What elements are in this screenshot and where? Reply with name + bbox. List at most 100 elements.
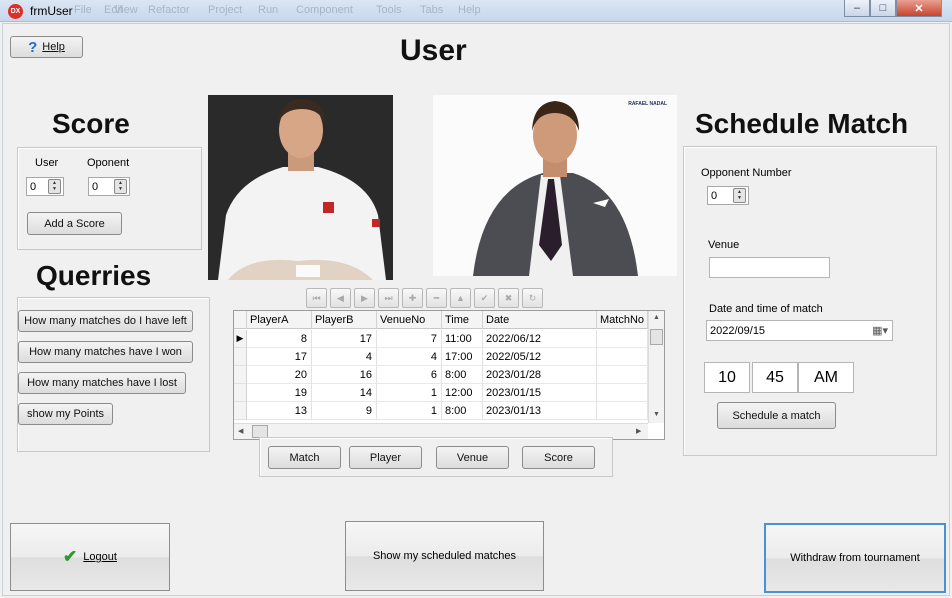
grid-header-venueno[interactable]: VenueNo [377, 311, 442, 329]
row-indicator-icon: ▶ [234, 330, 247, 348]
match-table-button[interactable]: Match [268, 446, 341, 469]
table-cell[interactable]: 2023/01/28 [483, 366, 597, 384]
matches-won-button[interactable]: How many matches have I won [18, 341, 193, 363]
table-cell[interactable]: 6 [377, 366, 442, 384]
table-cell[interactable]: 17 [312, 330, 377, 348]
minimize-button[interactable]: – [844, 0, 870, 17]
table-cell[interactable]: 17 [247, 348, 312, 366]
prior-record-icon[interactable]: ◀ [330, 288, 351, 308]
table-cell[interactable]: 17:00 [442, 348, 483, 366]
first-record-icon[interactable]: ⏮ [306, 288, 327, 308]
grid-header-playera[interactable]: PlayerA [247, 311, 312, 329]
scroll-up-icon[interactable]: ▲ [653, 314, 660, 321]
row-indicator [234, 366, 247, 384]
help-button[interactable]: ? Help [10, 36, 83, 58]
ampm-field[interactable]: AM [798, 362, 854, 393]
grid-header-playerb[interactable]: PlayerB [312, 311, 377, 329]
delete-record-icon[interactable]: ━ [426, 288, 447, 308]
score-table-button[interactable]: Score [522, 446, 595, 469]
table-cell[interactable]: 11:00 [442, 330, 483, 348]
show-points-button[interactable]: show my Points [18, 403, 113, 425]
table-cell[interactable]: 8 [247, 330, 312, 348]
table-cell[interactable] [597, 330, 648, 348]
title-bar[interactable]: DX frmUser File Edit View Refactor Proje… [0, 0, 952, 22]
table-cell[interactable]: 4 [312, 348, 377, 366]
venue-input[interactable] [709, 257, 830, 278]
last-record-icon[interactable]: ⏭ [378, 288, 399, 308]
minute-field[interactable]: 45 [752, 362, 798, 393]
table-cell[interactable]: 7 [377, 330, 442, 348]
edit-record-icon[interactable]: ▲ [450, 288, 471, 308]
venue-table-button[interactable]: Venue [436, 446, 509, 469]
spinner-arrows-icon[interactable]: ▲ ▼ [48, 179, 61, 194]
scroll-thumb[interactable] [650, 329, 663, 345]
table-cell[interactable]: 12:00 [442, 384, 483, 402]
logout-label: Logout [83, 551, 117, 563]
scroll-right-icon[interactable]: ▶ [636, 427, 641, 435]
match-date-picker[interactable]: 2022/09/15 ▦▾ [706, 320, 893, 341]
table-cell[interactable]: 8:00 [442, 366, 483, 384]
table-cell[interactable] [597, 384, 648, 402]
bg-menu-component: Component [296, 4, 353, 16]
cancel-edit-icon[interactable]: ✖ [498, 288, 519, 308]
close-button[interactable]: ✕ [896, 0, 942, 17]
schedule-match-button[interactable]: Schedule a match [717, 402, 836, 429]
next-record-icon[interactable]: ▶ [354, 288, 375, 308]
grid-header-date[interactable]: Date [483, 311, 597, 329]
user-score-value: 0 [30, 180, 37, 193]
player-photo-federer [208, 95, 393, 280]
opponent-number-spinner[interactable]: 0 ▲ ▼ [707, 186, 749, 205]
matches-lost-button[interactable]: How many matches have I lost [18, 372, 186, 394]
table-cell[interactable]: 2023/01/13 [483, 402, 597, 420]
player-table-button[interactable]: Player [349, 446, 422, 469]
bg-menu-help: Help [458, 4, 481, 16]
grid-corner [234, 311, 247, 329]
withdraw-button[interactable]: Withdraw from tournament [764, 523, 946, 593]
refresh-data-icon[interactable]: ↻ [522, 288, 543, 308]
table-cell[interactable]: 1 [377, 384, 442, 402]
help-icon: ? [28, 38, 38, 56]
table-cell[interactable]: 2022/06/12 [483, 330, 597, 348]
calendar-dropdown-icon[interactable]: ▦▾ [872, 324, 888, 337]
user-score-spinner[interactable]: 0 ▲ ▼ [26, 177, 64, 196]
table-cell[interactable] [597, 366, 648, 384]
logout-button[interactable]: ✔ Logout [10, 523, 170, 591]
insert-record-icon[interactable]: ✚ [402, 288, 423, 308]
table-cell[interactable]: 1 [377, 402, 442, 420]
matches-grid[interactable]: PlayerA PlayerB VenueNo Time Date MatchN… [233, 310, 665, 440]
scroll-left-icon[interactable]: ◀ [238, 427, 243, 435]
table-cell[interactable]: 9 [312, 402, 377, 420]
player-photo-right: RAFAEL NADAL [433, 95, 677, 276]
table-cell[interactable]: 16 [312, 366, 377, 384]
show-scheduled-matches-button[interactable]: Show my scheduled matches [345, 521, 544, 591]
add-score-button[interactable]: Add a Score [27, 212, 122, 235]
spinner-arrows-icon[interactable]: ▲ ▼ [733, 188, 746, 203]
bg-menu-project: Project [208, 4, 243, 16]
table-cell[interactable]: 2022/05/12 [483, 348, 597, 366]
grid-vertical-scrollbar[interactable]: ▲ ▼ [648, 311, 664, 423]
page-title: User [400, 34, 467, 67]
table-cell[interactable]: 13 [247, 402, 312, 420]
table-cell[interactable]: 19 [247, 384, 312, 402]
maximize-button[interactable]: □ [870, 0, 896, 17]
grid-header-time[interactable]: Time [442, 311, 483, 329]
table-cell[interactable]: 20 [247, 366, 312, 384]
grid-header-matchno[interactable]: MatchNo [597, 311, 648, 329]
date-time-label: Date and time of match [709, 303, 823, 315]
row-indicator [234, 348, 247, 366]
table-cell[interactable] [597, 402, 648, 420]
table-cell[interactable]: 14 [312, 384, 377, 402]
table-cell[interactable]: 2023/01/15 [483, 384, 597, 402]
row-indicator [234, 402, 247, 420]
table-cell[interactable]: 4 [377, 348, 442, 366]
post-edit-icon[interactable]: ✔ [474, 288, 495, 308]
opponent-score-value: 0 [92, 180, 99, 193]
table-cell[interactable]: 8:00 [442, 402, 483, 420]
table-cell[interactable] [597, 348, 648, 366]
opponent-score-spinner[interactable]: 0 ▲ ▼ [88, 177, 130, 196]
spinner-arrows-icon[interactable]: ▲ ▼ [114, 179, 127, 194]
matches-left-button[interactable]: How many matches do I have left [18, 310, 193, 332]
bg-menu-tools: Tools [376, 4, 402, 16]
hour-field[interactable]: 10 [704, 362, 750, 393]
scroll-down-icon[interactable]: ▼ [653, 411, 660, 418]
